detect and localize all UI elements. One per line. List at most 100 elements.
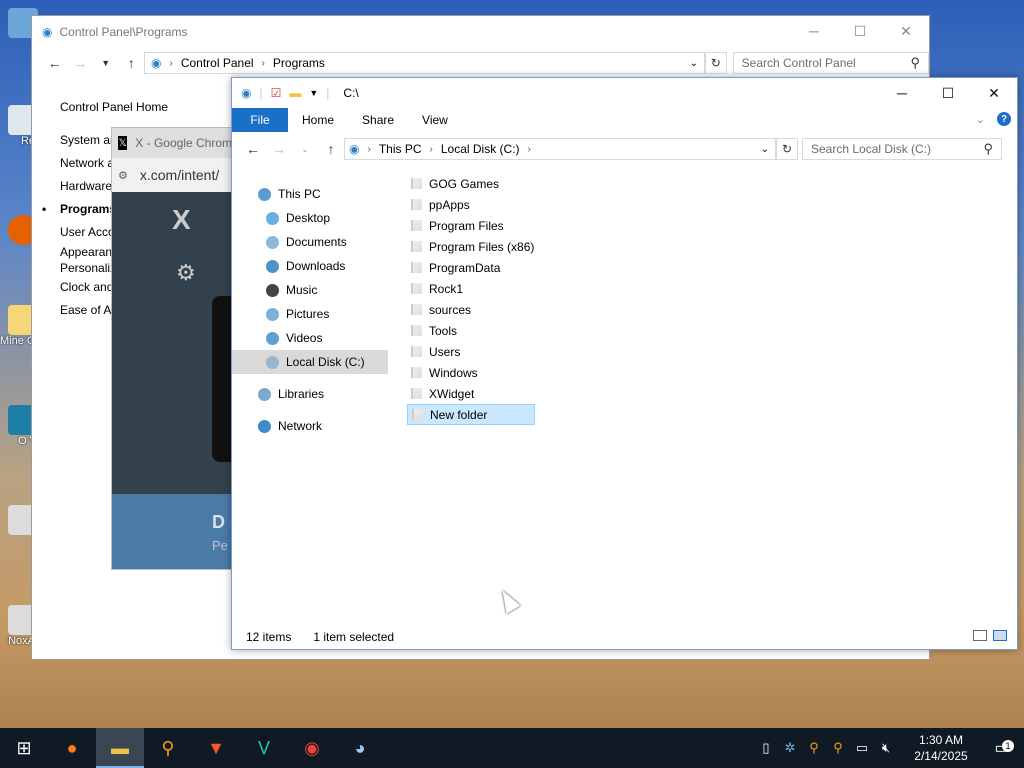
control-panel-home-link[interactable]: Control Panel Home (60, 96, 168, 119)
music-icon (266, 283, 279, 297)
file-item[interactable]: ProgramData (407, 257, 607, 278)
explorer-search-input[interactable]: Search Local Disk (C:) ⚲ (802, 138, 1002, 160)
volume-muted-icon[interactable]: 🔇︎ (874, 740, 898, 756)
taskbar-chrome[interactable]: ◉ (288, 728, 336, 768)
explorer-address-bar[interactable]: ◉ › This PC › Local Disk (C:) › ⌄ (344, 138, 776, 160)
tab-share[interactable]: Share (348, 108, 408, 132)
maximize-button[interactable]: ☐ (837, 16, 883, 46)
taskbar-file-explorer[interactable]: ▬ (96, 728, 144, 768)
up-button[interactable]: ↑ (318, 141, 344, 157)
nav-item[interactable]: Documents (232, 230, 388, 254)
nav-item[interactable]: Network (232, 414, 388, 438)
search-icon: ⚲ (910, 55, 920, 70)
chrome-window[interactable]: 𝕏 X - Google Chrom ⚙ x.com/intent/ X ⚙ D… (111, 127, 233, 570)
file-item[interactable]: Windows (407, 362, 607, 383)
folder-icon (411, 367, 422, 378)
chevron-down-icon[interactable]: ⌄ (761, 144, 769, 155)
file-item[interactable]: Tools (407, 320, 607, 341)
breadcrumb-this-pc[interactable]: This PC (379, 142, 422, 156)
chrome-icon: ◉ (304, 737, 320, 758)
forward-button[interactable]: → (266, 141, 292, 157)
nav-item[interactable]: Libraries (232, 382, 388, 406)
chrome-url-bar[interactable]: ⚙ x.com/intent/ (112, 158, 232, 192)
forward-button[interactable]: → (68, 55, 94, 71)
file-item[interactable]: ppApps (407, 194, 607, 215)
chrome-titlebar[interactable]: 𝕏 X - Google Chrom (112, 128, 232, 158)
nav-item[interactable]: Local Disk (C:) (232, 350, 388, 374)
search-app-icon[interactable]: ⚲ (802, 740, 826, 756)
new-folder-icon[interactable]: ▬ (289, 86, 301, 100)
start-button[interactable]: ⊞ (0, 728, 48, 768)
network-status-icon[interactable]: ✲ (778, 740, 802, 756)
details-view-icon[interactable] (973, 630, 987, 641)
back-button[interactable]: ← (42, 55, 68, 71)
tablet-icon[interactable]: ▯ (754, 740, 778, 756)
nav-item-label: Documents (286, 235, 347, 249)
file-explorer-window[interactable]: ◉ | ☑ ▬ ▼ | C:\ ─ ☐ ✕ File Home Share Vi… (231, 77, 1018, 650)
app-icon: ◕ (354, 737, 366, 758)
minimize-button[interactable]: ─ (879, 78, 925, 108)
explorer-titlebar[interactable]: ◉ | ☑ ▬ ▼ | C:\ ─ ☐ ✕ (232, 78, 1017, 108)
nav-item[interactable]: Pictures (232, 302, 388, 326)
file-item[interactable]: New folder (407, 404, 535, 425)
chevron-down-icon[interactable]: ▼ (309, 88, 318, 98)
properties-icon[interactable]: ☑ (271, 86, 282, 100)
close-button[interactable]: ✕ (971, 78, 1017, 108)
file-item[interactable]: sources (407, 299, 607, 320)
nav-item[interactable]: This PC (232, 182, 388, 206)
control-panel-address-bar[interactable]: ◉ › Control Panel › Programs ⌄ (144, 52, 706, 74)
tab-view[interactable]: View (408, 108, 462, 132)
firefox-icon: ● (66, 737, 78, 758)
taskbar-app[interactable]: ◕ (336, 728, 384, 768)
maximize-button[interactable]: ☐ (925, 78, 971, 108)
taskbar-vs[interactable]: V (240, 728, 288, 768)
file-item[interactable]: Users (407, 341, 607, 362)
tab-file[interactable]: File (232, 108, 288, 132)
nav-item[interactable]: Videos (232, 326, 388, 350)
file-name: ppApps (429, 197, 470, 212)
breadcrumb-programs[interactable]: Programs (273, 56, 325, 70)
control-panel-search-input[interactable]: Search Control Panel ⚲ (732, 52, 929, 74)
file-item[interactable]: Program Files (407, 215, 607, 236)
chevron-right-icon[interactable]: › (528, 144, 531, 155)
nav-item[interactable]: Desktop (232, 206, 388, 230)
breadcrumb-control-panel[interactable]: Control Panel (181, 56, 254, 70)
control-panel-icon: ◉ (151, 56, 162, 70)
refresh-button[interactable]: ↻ (776, 138, 798, 160)
chevron-right-icon: › (261, 57, 265, 69)
nav-item[interactable]: Music (232, 278, 388, 302)
notification-button[interactable]: ▭ 1 (980, 738, 1024, 758)
network-icon[interactable]: ▭ (850, 740, 874, 756)
recent-dropdown-button[interactable]: ▼ (93, 58, 119, 68)
file-item[interactable]: Rock1 (407, 278, 607, 299)
file-item[interactable]: GOG Games (407, 173, 607, 194)
taskbar-firefox[interactable]: ● (48, 728, 96, 768)
desktop-icon (266, 211, 279, 225)
file-item[interactable]: Program Files (x86) (407, 236, 607, 257)
site-info-icon[interactable]: ⚙ (118, 169, 128, 182)
control-panel-icon: ◉ (42, 24, 53, 39)
chevron-down-icon[interactable]: ⌄ (690, 58, 698, 69)
expand-ribbon-icon[interactable]: ⌄ (976, 113, 985, 126)
search-app-icon[interactable]: ⚲ (826, 740, 850, 756)
taskbar-brave[interactable]: ▼ (192, 728, 240, 768)
clock[interactable]: 1:30 AM 2/14/2025 (902, 732, 980, 764)
breadcrumb-local-disk[interactable]: Local Disk (C:) (441, 142, 520, 156)
help-icon[interactable]: ? (997, 112, 1011, 126)
nav-item-label: Videos (286, 331, 323, 345)
control-panel-titlebar[interactable]: ◉ Control Panel\Programs ─ ☐ ✕ (32, 16, 929, 47)
large-icons-view-icon[interactable] (993, 630, 1007, 641)
gear-icon[interactable]: ⚙ (176, 260, 196, 286)
file-item[interactable]: XWidget (407, 383, 607, 404)
recent-dropdown-button[interactable]: ⌄ (292, 144, 318, 155)
file-name: Rock1 (429, 281, 464, 296)
taskbar-search-app[interactable]: ⚲ (144, 728, 192, 768)
nav-item[interactable]: Downloads (232, 254, 388, 278)
close-button[interactable]: ✕ (883, 16, 929, 46)
tab-home[interactable]: Home (288, 108, 348, 132)
up-button[interactable]: ↑ (119, 55, 145, 71)
refresh-button[interactable]: ↻ (705, 52, 727, 74)
back-button[interactable]: ← (240, 141, 266, 157)
minimize-button[interactable]: ─ (791, 16, 837, 46)
documents-icon (266, 235, 279, 249)
